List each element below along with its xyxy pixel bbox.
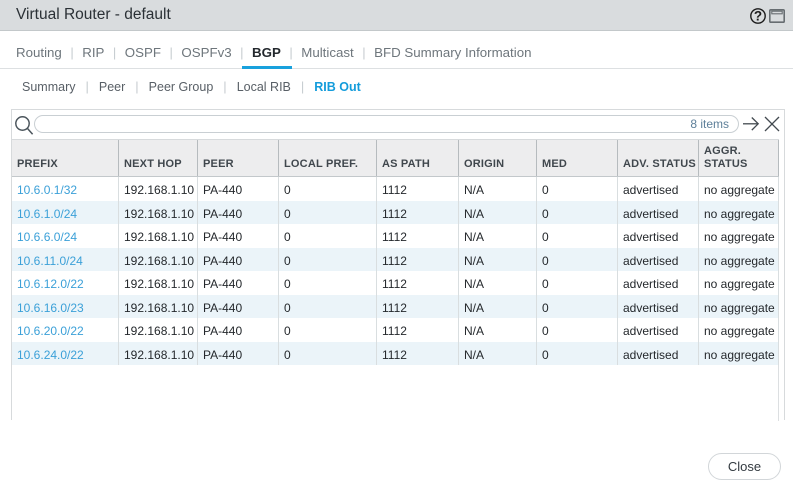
svg-text:?: ? xyxy=(754,9,762,24)
